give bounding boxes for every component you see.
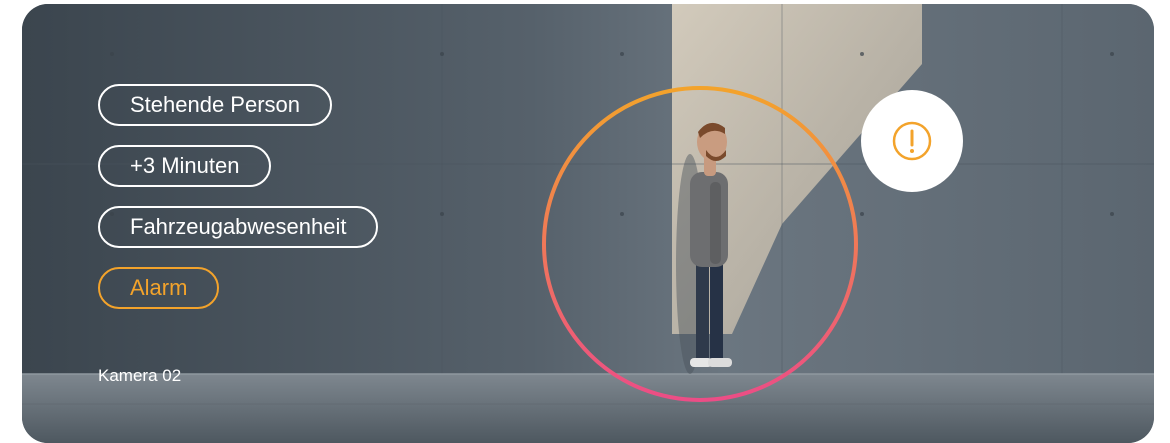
camera-name-label: Kamera 02 [98, 366, 182, 385]
vehicle-absence-chip: Fahrzeugabwesenheit [98, 206, 379, 248]
concrete-wall [22, 4, 1154, 374]
camera-feed-card: Stehende Person +3 Minuten Fahrzeugabwes… [22, 4, 1154, 443]
alarm-chip: Alarm [98, 267, 220, 309]
duration-chip: +3 Minuten [98, 145, 272, 187]
alert-badge [861, 90, 963, 192]
standing-person-chip: Stehende Person [98, 84, 333, 126]
exclamation-circle-icon [892, 121, 932, 161]
floor [22, 374, 1154, 443]
